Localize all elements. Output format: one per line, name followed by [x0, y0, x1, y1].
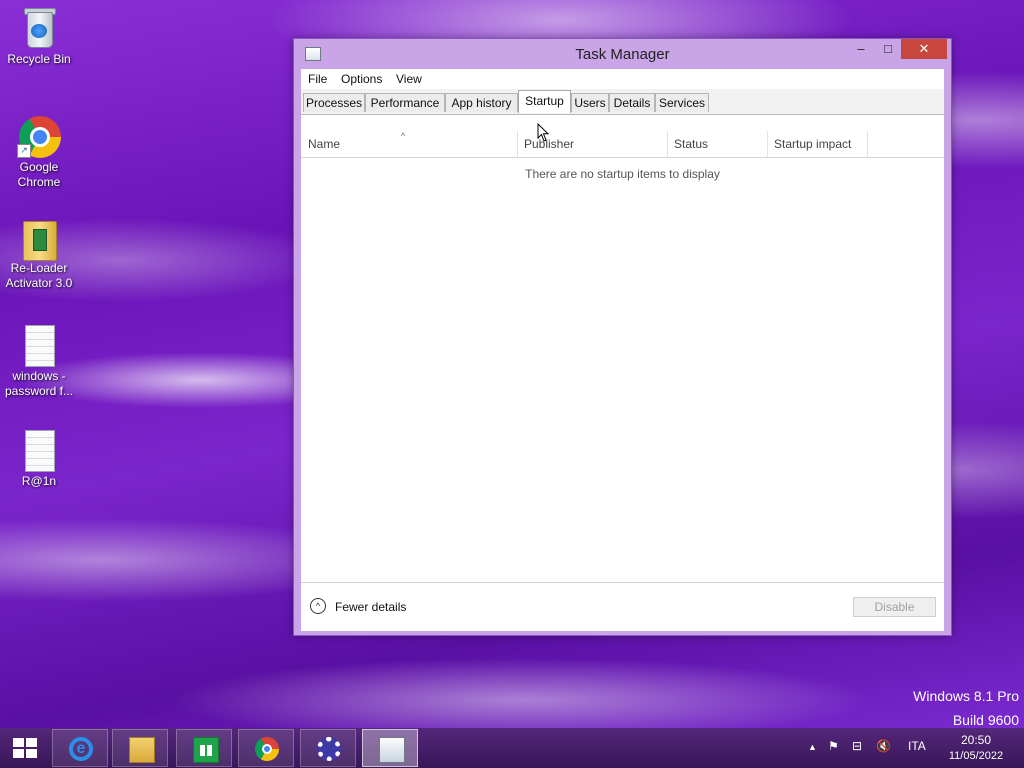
tab-app-history[interactable]: App history — [445, 93, 518, 112]
tab-performance[interactable]: Performance — [365, 93, 445, 112]
task-manager-window[interactable]: Task Manager – □ ✕ File Options View Pro… — [293, 38, 952, 636]
folder-icon — [19, 215, 59, 261]
text-file-icon — [19, 428, 59, 472]
volume-muted-icon[interactable]: 🔇 — [876, 739, 891, 753]
column-header-row: ^ Name Publisher Status Startup impact — [301, 131, 944, 158]
desktop-icon-label: windows - password f... — [4, 369, 74, 398]
close-button[interactable]: ✕ — [901, 39, 947, 59]
desktop-icon-google-chrome[interactable]: ↗ Google Chrome — [1, 114, 77, 190]
tab-processes[interactable]: Processes — [303, 93, 365, 112]
clock-time[interactable]: 20:50 — [950, 733, 1002, 747]
tab-startup[interactable]: Startup — [518, 90, 571, 113]
desktop-icon-recycle-bin[interactable]: Recycle Bin — [1, 6, 77, 67]
tab-services[interactable]: Services — [655, 93, 709, 112]
tab-users[interactable]: Users — [571, 93, 609, 112]
desktop-icon-windows-password[interactable]: windows - password f... — [1, 323, 77, 399]
text-file-icon — [19, 323, 59, 367]
ie-icon: e — [69, 737, 93, 761]
folder-icon — [129, 737, 155, 763]
fewer-details-link[interactable]: Fewer details — [335, 600, 406, 614]
desktop-icon-label: R@1n — [21, 474, 57, 488]
taskbar-internet-explorer[interactable]: e — [52, 729, 108, 767]
column-header-publisher[interactable]: Publisher — [517, 131, 667, 157]
taskbar: e ▲ ⚑ ⊟ 🔇 ITA 20:50 11/05/2022 — [0, 728, 1024, 768]
title-bar[interactable]: Task Manager – □ ✕ — [294, 39, 951, 69]
taskbar-task-manager[interactable] — [362, 729, 418, 767]
store-icon — [193, 737, 219, 763]
shortcut-arrow-icon: ↗ — [17, 144, 31, 158]
action-center-flag-icon[interactable]: ⚑ — [828, 739, 839, 753]
column-header-startup-impact[interactable]: Startup impact — [767, 131, 867, 157]
taskbar-file-explorer[interactable] — [112, 729, 168, 767]
desktop-icon-label: Google Chrome — [17, 160, 61, 189]
gear-icon — [317, 737, 341, 761]
menu-view[interactable]: View — [396, 72, 422, 86]
windows-logo-icon — [13, 738, 37, 758]
tab-strip: Processes Performance App history Startu… — [301, 89, 944, 115]
clock-date[interactable]: 11/05/2022 — [940, 750, 1012, 762]
taskbar-settings[interactable] — [300, 729, 356, 767]
column-header-status[interactable]: Status — [667, 131, 767, 157]
column-header-name[interactable]: Name — [301, 131, 517, 157]
desktop-icon-r1n[interactable]: R@1n — [1, 428, 77, 489]
chrome-icon: ↗ — [17, 114, 61, 158]
network-icon[interactable]: ⊟ — [852, 739, 862, 753]
desktop-icon-label: Re-Loader Activator 3.0 — [5, 261, 73, 290]
chevron-up-icon[interactable]: ^ — [310, 598, 326, 614]
taskbar-google-chrome[interactable] — [238, 729, 294, 767]
column-divider[interactable] — [867, 131, 868, 157]
menu-file[interactable]: File — [308, 72, 327, 86]
system-tray: ▲ ⚑ ⊟ 🔇 ITA 20:50 11/05/2022 — [800, 728, 1024, 768]
start-button[interactable] — [0, 728, 50, 768]
footer-bar: ^ Fewer details Disable — [301, 582, 944, 631]
disable-button[interactable]: Disable — [853, 597, 936, 617]
input-language-indicator[interactable]: ITA — [908, 739, 926, 753]
tab-details[interactable]: Details — [609, 93, 655, 112]
task-manager-icon — [379, 737, 405, 763]
recycle-bin-icon — [19, 6, 59, 50]
desktop-icon-label: Recycle Bin — [7, 52, 71, 66]
minimize-button[interactable]: – — [847, 39, 875, 59]
chrome-icon — [255, 737, 279, 761]
show-hidden-icons-button[interactable]: ▲ — [808, 742, 817, 752]
windows-version-watermark: Windows 8.1 Pro Build 9600 — [913, 684, 1019, 732]
task-manager-content: File Options View Processes Performance … — [301, 69, 944, 631]
menu-options[interactable]: Options — [341, 72, 382, 86]
menu-bar: File Options View — [301, 69, 944, 89]
maximize-button[interactable]: □ — [874, 39, 902, 59]
watermark-edition: Windows 8.1 Pro — [913, 688, 1019, 704]
desktop-icon-reloader[interactable]: Re-Loader Activator 3.0 — [1, 215, 77, 291]
empty-list-message: There are no startup items to display — [525, 167, 720, 181]
taskbar-store[interactable] — [176, 729, 232, 767]
